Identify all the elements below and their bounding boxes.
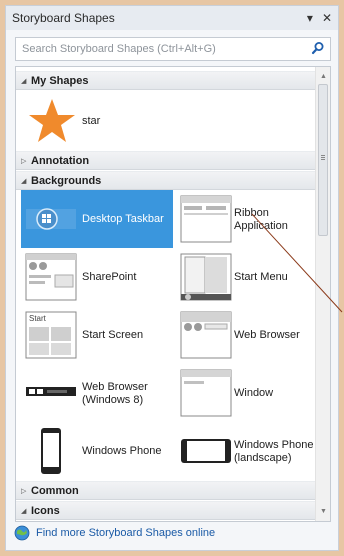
desktop-taskbar-icon: [26, 208, 76, 230]
shape-label: Web Browser (Windows 8): [82, 381, 148, 406]
collapsed-triangle-icon: ▷: [21, 157, 27, 165]
pane-titlebar: Storyboard Shapes ▾ ✕: [6, 6, 338, 30]
scroll-up-arrow-icon[interactable]: ▲: [316, 69, 330, 84]
start-screen-icon: Start: [25, 311, 77, 359]
sharepoint-icon: [25, 253, 77, 301]
shapes-gallery: ◢ My Shapes star ▷ Annotation ◢ Backgrou…: [15, 66, 331, 522]
shape-label: Web Browser: [234, 329, 300, 341]
windows-phone-icon: [41, 428, 61, 474]
shape-label: Window: [234, 387, 274, 399]
shape-item-windows-phone[interactable]: Windows Phone: [21, 422, 173, 480]
section-header-common[interactable]: ▷ Common: [16, 481, 316, 500]
find-more-shapes-link[interactable]: Find more Storyboard Shapes online: [36, 527, 215, 539]
section-header-backgrounds[interactable]: ◢ Backgrounds: [16, 171, 316, 190]
shape-item-star[interactable]: star: [21, 94, 171, 148]
shape-item-ribbon-application[interactable]: Ribbon Application: [176, 190, 316, 248]
shape-item-windows-phone-landscape[interactable]: Windows Phone (landscape): [176, 422, 316, 480]
shape-item-window[interactable]: Window: [176, 364, 316, 422]
section-label: My Shapes: [31, 74, 89, 87]
shape-label: Start Screen: [82, 329, 144, 341]
pane-close-button[interactable]: ✕: [322, 10, 332, 26]
collapsed-triangle-icon: ▷: [21, 487, 27, 495]
shape-label: SharePoint: [82, 271, 137, 283]
ribbon-application-icon: [180, 195, 232, 243]
shape-label: Windows Phone (landscape): [234, 439, 314, 464]
shape-label: Windows Phone: [82, 445, 162, 457]
storyboard-shapes-pane: Storyboard Shapes ▾ ✕ ◢ My Shapes star ▷…: [5, 5, 339, 551]
search-input[interactable]: [16, 38, 306, 60]
shape-item-web-browser[interactable]: Web Browser: [176, 306, 316, 364]
section-label: Common: [31, 484, 79, 497]
expanded-triangle-icon: ◢: [21, 507, 27, 515]
shape-item-web-browser-windows-8[interactable]: Web Browser (Windows 8): [21, 364, 173, 422]
expanded-triangle-icon: ◢: [21, 77, 27, 85]
section-label: Annotation: [31, 154, 90, 167]
pane-footer: Find more Storyboard Shapes online: [6, 516, 338, 550]
section-header-my-shapes[interactable]: ◢ My Shapes: [16, 71, 316, 90]
section-header-annotation[interactable]: ▷ Annotation: [16, 151, 316, 170]
pane-title: Storyboard Shapes: [12, 11, 115, 25]
scrollbar-thumb[interactable]: [318, 84, 328, 236]
section-label: Icons: [31, 504, 60, 517]
web-browser-icon: [180, 311, 232, 359]
section-label: Backgrounds: [31, 174, 102, 187]
shape-label: star: [82, 115, 101, 127]
star-icon: [29, 99, 75, 142]
pane-dropdown-button[interactable]: ▾: [307, 10, 313, 26]
web-browser-win8-icon: [26, 387, 76, 396]
expanded-triangle-icon: ◢: [21, 177, 27, 185]
globe-icon: [14, 525, 30, 541]
shape-item-start-menu[interactable]: Start Menu: [176, 248, 316, 306]
search-icon[interactable]: [311, 41, 325, 58]
window-icon: [180, 369, 232, 417]
start-menu-icon: [180, 253, 232, 301]
shape-label: Start Menu: [234, 271, 288, 283]
shape-item-sharepoint[interactable]: SharePoint: [21, 248, 173, 306]
search-box[interactable]: [15, 37, 331, 61]
shape-item-start-screen[interactable]: Start Start Screen: [21, 306, 173, 364]
shape-label: Ribbon Application: [234, 207, 288, 232]
thumb-text: Start: [29, 314, 47, 323]
shape-item-desktop-taskbar[interactable]: Desktop Taskbar: [21, 190, 173, 248]
shape-label: Desktop Taskbar: [82, 213, 164, 225]
vertical-scrollbar[interactable]: ▲ ▼: [315, 67, 330, 521]
windows-phone-landscape-icon: [181, 439, 231, 463]
